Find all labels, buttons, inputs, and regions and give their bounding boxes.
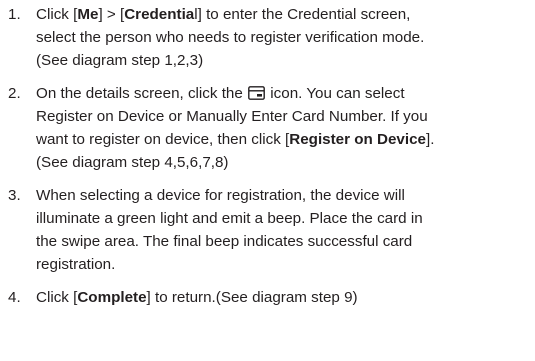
menu-name-register-on-device: Register on Device	[289, 131, 426, 148]
step-text: On the details screen, click the icon. Y…	[36, 82, 525, 174]
step-line: (See diagram step 1,2,3)	[36, 52, 204, 69]
step-number: 1.	[8, 6, 21, 23]
text-run: l] to enter the Credential screen,	[194, 6, 411, 23]
text-run: Click [	[36, 289, 78, 306]
card-icon	[248, 86, 265, 100]
step-line: Register on Device or Manually Enter Car…	[36, 108, 428, 125]
step-line: On the details screen, click the icon. Y…	[36, 82, 525, 105]
step-number: 2.	[8, 85, 21, 102]
step-2: 2. On the details screen, click the icon…	[6, 82, 525, 174]
step-line: Click [Complete] to return.(See diagram …	[36, 286, 525, 309]
step-line: want to register on device, then click […	[36, 128, 525, 151]
step-number: 4.	[8, 289, 21, 306]
step-text: Click [Complete] to return.(See diagram …	[36, 286, 525, 309]
text-run: ] > [	[98, 6, 125, 23]
step-text: Click [Me] > [Credential] to enter the C…	[36, 3, 525, 72]
step-1: 1. Click [Me] > [Credential] to enter th…	[6, 3, 525, 72]
step-line: When selecting a device for registration…	[36, 187, 405, 204]
step-number: 3.	[8, 187, 21, 204]
step-line: the swipe area. The final beep indicates…	[36, 233, 413, 250]
step-line: Click [Me] > [Credential] to enter the C…	[36, 3, 525, 26]
step-line: (See diagram step 4,5,6,7,8)	[36, 154, 229, 171]
text-run: Click [	[36, 6, 78, 23]
step-3: 3. When selecting a device for registrat…	[6, 184, 525, 276]
step-4: 4. Click [Complete] to return.(See diagr…	[6, 286, 525, 309]
steps-list: 1. Click [Me] > [Credential] to enter th…	[6, 3, 525, 309]
text-run: ] to return.(See diagram step 9)	[146, 289, 358, 306]
text-run: want to register on device, then click [	[36, 131, 290, 148]
menu-name-credential: Credentia	[124, 6, 195, 23]
step-line: registration.	[36, 256, 116, 273]
text-run: ].	[426, 131, 435, 148]
step-text: When selecting a device for registration…	[36, 184, 525, 276]
menu-name-complete: Complete	[77, 289, 147, 306]
menu-name-me: Me	[77, 6, 99, 23]
text-run: icon. You can select	[270, 85, 405, 102]
step-line: select the person who needs to register …	[36, 29, 425, 46]
step-line: illuminate a green light and emit a beep…	[36, 210, 423, 227]
instruction-document: 1. Click [Me] > [Credential] to enter th…	[0, 0, 535, 361]
text-run: On the details screen, click the	[36, 85, 243, 102]
